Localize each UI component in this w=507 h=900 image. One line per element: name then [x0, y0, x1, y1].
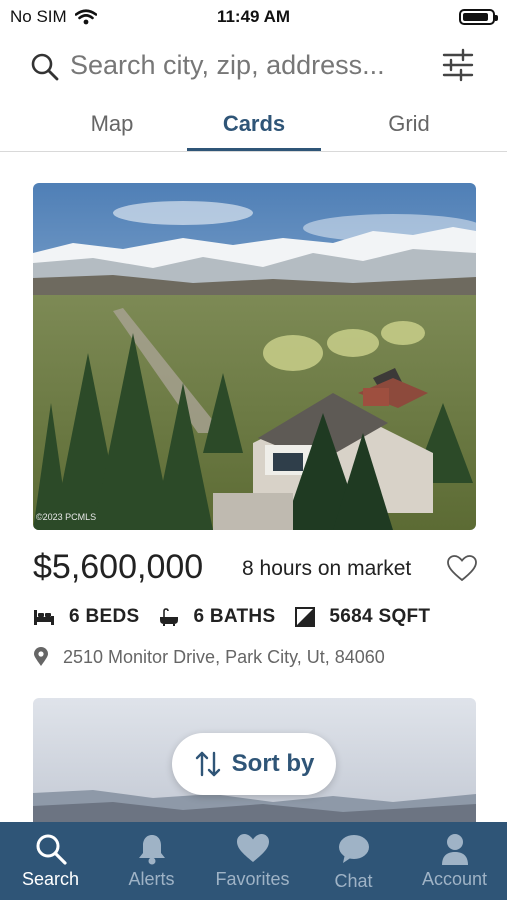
sort-label: Sort by: [231, 750, 315, 777]
nav-label-chat: Chat: [334, 871, 373, 891]
battery-icon: [459, 9, 498, 25]
sqft-label: 5684 SQFT: [329, 606, 431, 627]
search-icon: [31, 53, 59, 81]
search-bar[interactable]: Search city, zip, address...: [0, 42, 507, 94]
sort-button[interactable]: Sort by: [172, 733, 336, 795]
active-tab-indicator: [187, 148, 321, 151]
bell-icon: [138, 835, 165, 865]
view-tabs: Map Cards Grid: [0, 105, 507, 152]
bathtub-icon: [159, 608, 179, 626]
sqft-fact: 5684 SQFT: [295, 606, 430, 628]
clock: 11:49 AM: [216, 7, 291, 26]
nav-label-favorites: Favorites: [215, 869, 290, 889]
nav-label-account: Account: [421, 869, 488, 889]
listing-photo-image: [33, 183, 476, 530]
baths-label: 6 BATHS: [193, 606, 276, 627]
baths-fact: 6 BATHS: [159, 606, 275, 628]
location-pin-icon: [33, 647, 49, 667]
listing-price-row: $5,600,000 8 hours on market: [33, 545, 478, 589]
sort-arrows-icon: [195, 751, 220, 777]
nav-item-search[interactable]: Search: [0, 822, 101, 900]
nav-item-account[interactable]: Account: [404, 822, 505, 900]
photo-credit: ©2023 PCMLS: [36, 512, 97, 522]
beds-fact: 6 BEDS: [33, 606, 139, 628]
bottom-nav: Search Alerts Favorites Chat Account: [0, 822, 507, 900]
filter-sliders-icon[interactable]: [441, 48, 475, 82]
search-input[interactable]: Search city, zip, address...: [70, 50, 385, 81]
favorite-heart-icon[interactable]: [446, 554, 478, 582]
person-icon: [441, 834, 468, 865]
tab-grid[interactable]: Grid: [339, 111, 479, 137]
tab-map[interactable]: Map: [42, 111, 182, 137]
tab-cards[interactable]: Cards: [184, 111, 324, 137]
square-footage-icon: [295, 607, 316, 627]
time-on-market: 8 hours on market: [242, 557, 412, 580]
chat-icon: [338, 835, 369, 863]
listing-price: $5,600,000: [33, 548, 204, 586]
nav-item-favorites[interactable]: Favorites: [202, 822, 303, 900]
status-bar: No SIM 11:49 AM: [0, 0, 507, 34]
listing-address[interactable]: 2510 Monitor Drive, Park City, Ut, 84060: [33, 644, 385, 670]
beds-label: 6 BEDS: [69, 606, 140, 627]
nav-label-search: Search: [21, 869, 80, 889]
nav-item-alerts[interactable]: Alerts: [101, 822, 202, 900]
nav-label-alerts: Alerts: [128, 869, 175, 889]
bed-icon: [33, 608, 55, 626]
heart-icon: [236, 834, 269, 862]
listing-facts: 6 BEDS 6 BATHS 5684 SQFT: [33, 602, 450, 632]
search-icon: [36, 834, 67, 865]
listing-photo[interactable]: ©2023 PCMLS: [33, 183, 476, 530]
address-label: 2510 Monitor Drive, Park City, Ut, 84060: [63, 646, 385, 667]
nav-item-chat[interactable]: Chat: [303, 822, 404, 900]
